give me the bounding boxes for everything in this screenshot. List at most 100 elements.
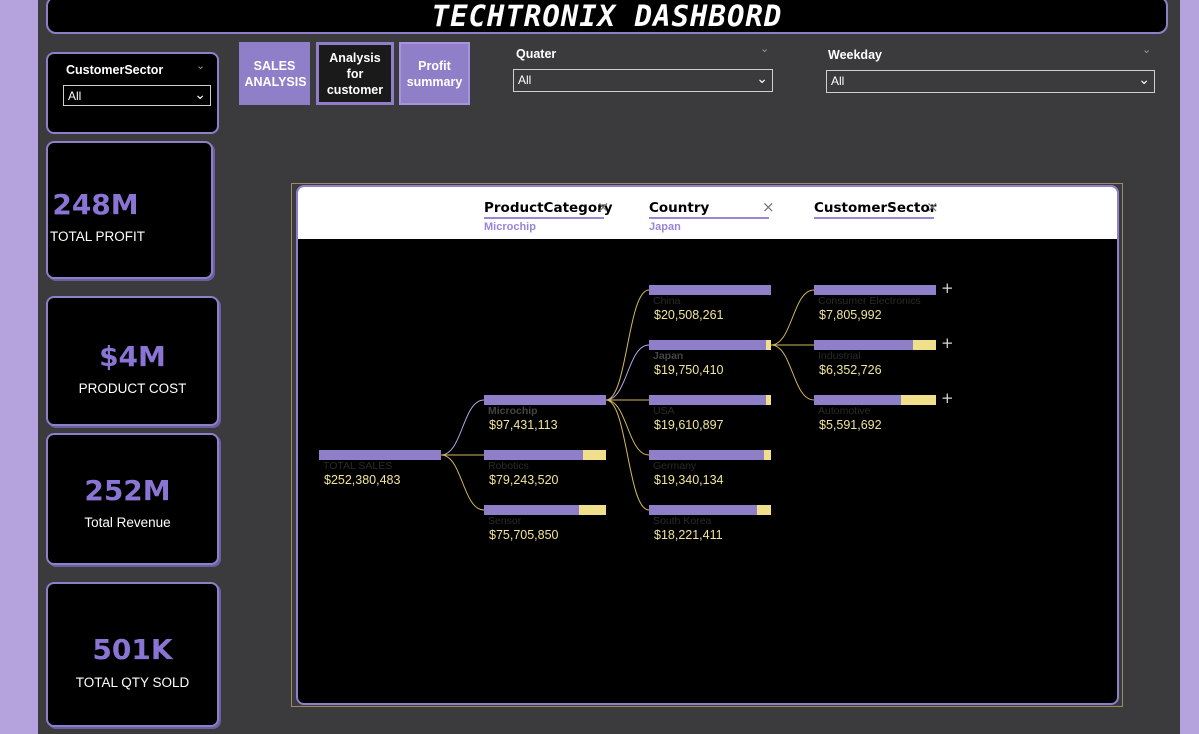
chevron-down-icon[interactable]: ⌄	[196, 59, 205, 72]
tree-node-category[interactable]	[484, 395, 606, 405]
kpi-card-total-revenue: 252M Total Revenue	[46, 433, 219, 565]
tree-node-country[interactable]	[649, 505, 771, 515]
quater-value: All	[518, 73, 532, 87]
chevron-down-icon: ⌄	[756, 70, 768, 86]
tree-links	[440, 289, 815, 511]
kpi-label: TOTAL PROFIT	[49, 229, 145, 244]
node-bar	[649, 395, 766, 405]
expand-plus-icon[interactable]: +	[941, 389, 954, 407]
node-bar-remainder	[913, 340, 936, 350]
customer-sector-slicer: CustomerSector ⌄ All ⌄	[46, 52, 219, 134]
tree-node-country[interactable]	[649, 395, 771, 405]
tree-node-country[interactable]	[649, 340, 771, 350]
node-label: USA	[653, 405, 675, 417]
tree-link	[440, 454, 485, 511]
node-value: $75,705,850	[489, 528, 559, 542]
node-bar	[649, 505, 757, 515]
node-label: TOTAL SALES	[323, 460, 393, 472]
tree-node-category[interactable]	[484, 505, 606, 515]
weekday-value: All	[831, 74, 845, 88]
node-bar-remainder	[579, 505, 606, 515]
quater-dropdown[interactable]: All ⌄	[513, 69, 773, 92]
node-bar-remainder	[766, 395, 771, 405]
button-label: SALES ANALYSIS	[244, 58, 307, 89]
weekday-dropdown[interactable]: All ⌄	[826, 70, 1155, 93]
node-value: $79,243,520	[489, 473, 559, 487]
customer-sector-value: All	[68, 89, 82, 103]
chevron-down-icon[interactable]: ⌄	[760, 42, 769, 55]
sales-analysis-button[interactable]: SALES ANALYSIS	[239, 42, 310, 105]
decomposition-tree[interactable]: ProductCategory × Microchip Country × Ja…	[296, 185, 1119, 705]
node-value: $20,508,261	[654, 308, 724, 322]
customer-sector-label: CustomerSector	[66, 63, 164, 77]
kpi-value: $4M	[99, 340, 166, 373]
customer-sector-dropdown[interactable]: All ⌄	[63, 85, 211, 106]
node-value: $19,610,897	[654, 418, 724, 432]
tree-node-sector[interactable]	[814, 395, 936, 405]
profit-summary-button[interactable]: Profit summary	[399, 42, 470, 105]
node-value: $5,591,692	[819, 418, 882, 432]
node-bar-remainder	[764, 450, 771, 460]
expand-plus-icon[interactable]: +	[941, 279, 954, 297]
node-bar	[484, 450, 583, 460]
kpi-label: TOTAL QTY SOLD	[75, 675, 190, 690]
node-label: Robotics	[488, 460, 529, 472]
analysis-for-customer-button[interactable]: Analysis for customer	[316, 42, 394, 105]
tree-link	[605, 344, 650, 401]
node-value: $19,340,134	[654, 473, 724, 487]
node-bar	[814, 285, 936, 295]
node-bar-remainder	[766, 340, 771, 350]
button-label: Profit summary	[406, 58, 463, 89]
tree-node-country[interactable]	[649, 285, 771, 295]
node-value: $97,431,113	[489, 418, 558, 432]
kpi-card-total-profit: 248M TOTAL PROFIT	[46, 141, 213, 279]
button-label: Analysis for customer	[326, 50, 384, 97]
node-value: $7,805,992	[819, 308, 882, 322]
tree-node-category[interactable]	[484, 450, 606, 460]
kpi-value: 248M	[52, 188, 139, 221]
dashboard-title: TECHTRONIX DASHBORD	[431, 0, 783, 33]
node-bar	[319, 450, 441, 460]
node-label: Consumer Electronics	[818, 295, 921, 307]
node-label: Germany	[653, 460, 697, 472]
node-label: Automotive	[818, 405, 871, 417]
node-value: $6,352,726	[819, 363, 882, 377]
node-label: Sensor	[488, 515, 522, 527]
node-label: Japan	[653, 350, 684, 362]
chevron-down-icon: ⌄	[194, 86, 206, 102]
tree-node-sector[interactable]	[814, 285, 936, 295]
node-bar-remainder	[583, 450, 606, 460]
node-value: $252,380,483	[324, 473, 401, 487]
kpi-value: 501K	[92, 633, 173, 666]
weekday-label: Weekday	[828, 48, 882, 62]
chevron-down-icon[interactable]: ⌄	[1142, 43, 1151, 56]
kpi-label: PRODUCT COST	[78, 381, 187, 396]
node-label: Microchip	[488, 405, 538, 417]
tree-link	[605, 289, 650, 401]
node-label: Industrial	[818, 350, 861, 362]
chevron-down-icon: ⌄	[1138, 71, 1150, 87]
node-bar	[649, 450, 764, 460]
node-bar	[484, 395, 606, 405]
node-bar	[649, 340, 766, 350]
node-bar	[814, 395, 901, 405]
tree-node-sector[interactable]	[814, 340, 936, 350]
node-label: South Korea	[653, 515, 712, 527]
tree-link	[770, 289, 815, 346]
kpi-card-product-cost: $4M PRODUCT COST	[46, 296, 219, 426]
quater-label: Quater	[516, 47, 557, 61]
kpi-card-total-qty-sold: 501K TOTAL QTY SOLD	[46, 582, 219, 727]
tree-node-country[interactable]	[649, 450, 771, 460]
node-label: China	[653, 295, 681, 307]
tree-link	[770, 344, 815, 401]
tree-link	[605, 399, 650, 456]
kpi-label: Total Revenue	[84, 515, 171, 530]
node-value: $18,221,411	[654, 528, 723, 542]
expand-plus-icon[interactable]: +	[941, 334, 954, 352]
node-bar	[814, 340, 913, 350]
node-value: $19,750,410	[654, 363, 724, 377]
tree-link	[605, 399, 650, 511]
node-bar	[484, 505, 579, 515]
node-bar	[649, 285, 771, 295]
tree-node-root[interactable]	[319, 450, 441, 460]
